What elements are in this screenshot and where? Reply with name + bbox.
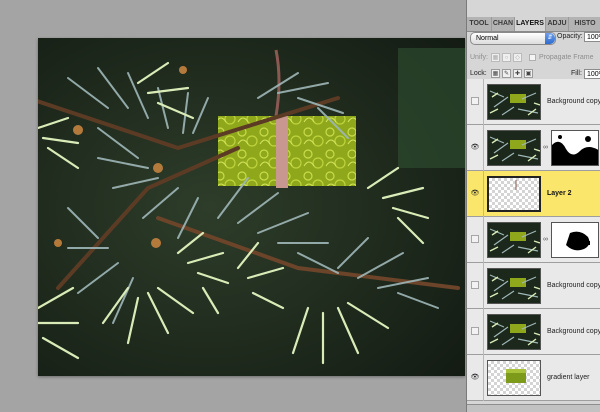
layer-name: gradient layer: [547, 374, 590, 381]
eye-icon[interactable]: 👁: [467, 171, 484, 217]
chain-icon: ∞: [543, 144, 548, 151]
layers-panel: TOOL CHAN LAYERS ADJU HISTO Normal ⇵ Opa…: [466, 0, 600, 412]
layer-name: Layer 2: [547, 190, 572, 197]
layer-row[interactable]: Background copy 5: [467, 79, 600, 125]
eye-icon[interactable]: 👁: [467, 125, 484, 171]
layer-row[interactable]: ∞: [467, 217, 600, 263]
lock-icon[interactable]: ▣: [524, 69, 533, 78]
layer-name: Background copy 5: [547, 98, 600, 105]
layer-thumbnail[interactable]: [487, 84, 541, 120]
visibility-box[interactable]: [471, 327, 479, 335]
document-image[interactable]: [38, 38, 465, 376]
chain-icon: ∞: [543, 236, 548, 243]
lock-transparency-icon[interactable]: ▦: [491, 69, 500, 78]
opacity-field[interactable]: 100%: [584, 32, 600, 42]
layer-mask-thumbnail[interactable]: [551, 222, 599, 258]
unify-position-button[interactable]: ▦: [491, 53, 500, 62]
fill-field[interactable]: 100%: [584, 69, 600, 79]
fill-label: Fill:: [571, 70, 582, 77]
visibility-toggle[interactable]: [467, 309, 484, 355]
move-icon[interactable]: ✚: [513, 69, 522, 78]
panel-bottom-toolbar: [467, 404, 600, 412]
layer-name: Background copy: [547, 282, 600, 289]
layer-name: Background copy 3: [547, 328, 600, 335]
layer-row[interactable]: 👁 gradient layer: [467, 355, 600, 401]
visibility-box[interactable]: [471, 97, 479, 105]
visibility-box[interactable]: [471, 235, 479, 243]
propagate-frame-label: Propagate Frame: [539, 54, 594, 61]
visibility-toggle[interactable]: [467, 263, 484, 309]
blend-mode-select[interactable]: Normal ⇵: [470, 32, 556, 45]
tab-tools[interactable]: TOOL: [467, 17, 492, 31]
propagate-frame-checkbox[interactable]: [529, 54, 536, 61]
layer-row[interactable]: Background copy 3: [467, 309, 600, 355]
visibility-toggle[interactable]: [467, 217, 484, 263]
unify-style-button[interactable]: ◇: [513, 53, 522, 62]
layer-mask-thumbnail[interactable]: [551, 130, 599, 166]
layer-row[interactable]: 👁 Layer 2: [467, 171, 600, 217]
layer-row[interactable]: 👁∞Background copy 4: [467, 125, 600, 171]
eye-icon[interactable]: 👁: [467, 355, 484, 401]
layer-thumbnail[interactable]: [487, 222, 541, 258]
select-arrow-icon: ⇵: [545, 33, 555, 44]
visibility-toggle[interactable]: [467, 79, 484, 125]
brush-icon[interactable]: ✎: [502, 69, 511, 78]
layer-thumbnail[interactable]: [487, 314, 541, 350]
tab-channels[interactable]: CHAN: [492, 17, 515, 31]
tab-history[interactable]: HISTO: [569, 17, 600, 31]
layer-thumbnail[interactable]: [487, 268, 541, 304]
panel-tab-bar: TOOL CHAN LAYERS ADJU HISTO: [467, 17, 600, 32]
unify-visibility-button[interactable]: ○: [502, 53, 511, 62]
blend-mode-value: Normal: [476, 35, 499, 42]
tab-adjustments[interactable]: ADJU: [546, 17, 569, 31]
layer-thumbnail[interactable]: [487, 130, 541, 166]
visibility-box[interactable]: [471, 281, 479, 289]
layer-thumbnail[interactable]: [487, 176, 541, 212]
unify-label: Unify:: [470, 54, 488, 61]
document-canvas-area[interactable]: [0, 0, 466, 412]
layer-row[interactable]: Background copy: [467, 263, 600, 309]
lock-label: Lock:: [470, 70, 487, 77]
opacity-label: Opacity:: [557, 33, 583, 40]
layer-thumbnail[interactable]: [487, 360, 541, 396]
tab-layers[interactable]: LAYERS: [515, 17, 546, 31]
